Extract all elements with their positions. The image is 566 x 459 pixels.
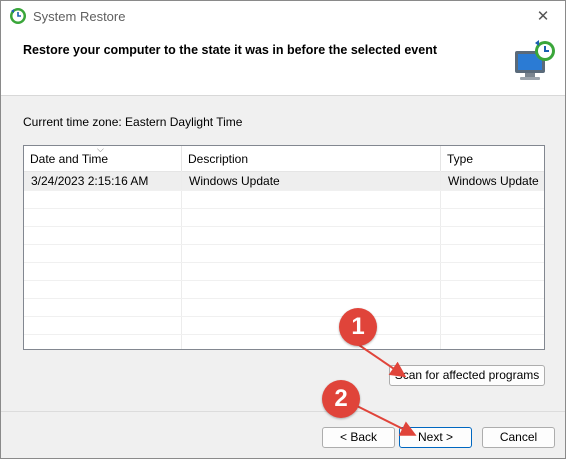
cell-description: Windows Update <box>189 174 280 188</box>
grid-line <box>24 316 544 317</box>
grid-line <box>24 262 544 263</box>
column-header-description[interactable]: Description <box>182 146 441 171</box>
grid-line <box>24 280 544 281</box>
next-button[interactable]: Next > <box>399 427 472 448</box>
table-row[interactable]: 3/24/2023 2:15:16 AM Windows Update Wind… <box>24 172 544 190</box>
grid-line <box>24 334 544 335</box>
column-header-date-label: Date and Time <box>30 152 109 166</box>
system-restore-window: System Restore ✕ Restore your computer t… <box>0 0 566 459</box>
annotation-badge-1: 1 <box>339 308 377 346</box>
grid-line <box>24 244 544 245</box>
timezone-label: Current time zone: Eastern Daylight Time <box>23 115 243 129</box>
system-restore-monitor-icon <box>515 40 555 80</box>
header-panel: Restore your computer to the state it wa… <box>1 33 565 96</box>
column-header-type[interactable]: Type <box>441 146 544 171</box>
title-bar: System Restore ✕ <box>1 1 565 33</box>
grid-line <box>24 208 544 209</box>
sort-down-icon: ⌵ <box>97 144 104 154</box>
column-divider <box>440 171 441 349</box>
system-restore-icon <box>10 8 26 24</box>
window-title: System Restore <box>33 9 126 24</box>
cancel-button[interactable]: Cancel <box>482 427 555 448</box>
list-header: ⌵ Date and Time Description Type <box>24 144 544 172</box>
back-button[interactable]: < Back <box>322 427 395 448</box>
scan-affected-programs-button[interactable]: Scan for affected programs <box>389 365 545 386</box>
column-header-type-label: Type <box>447 152 474 166</box>
cell-date: 3/24/2023 2:15:16 AM <box>31 174 149 188</box>
cell-type: Windows Update <box>448 174 539 188</box>
grid-line <box>24 190 544 191</box>
column-divider <box>181 171 182 349</box>
close-button[interactable]: ✕ <box>521 1 565 33</box>
grid-line <box>24 298 544 299</box>
separator <box>1 411 565 412</box>
grid-line <box>24 226 544 227</box>
column-header-description-label: Description <box>188 152 249 166</box>
header-title: Restore your computer to the state it wa… <box>23 43 437 57</box>
restore-points-list[interactable]: ⌵ Date and Time Description Type 3/24/20… <box>23 144 545 350</box>
column-header-date[interactable]: ⌵ Date and Time <box>24 144 182 171</box>
annotation-badge-2: 2 <box>322 380 360 418</box>
